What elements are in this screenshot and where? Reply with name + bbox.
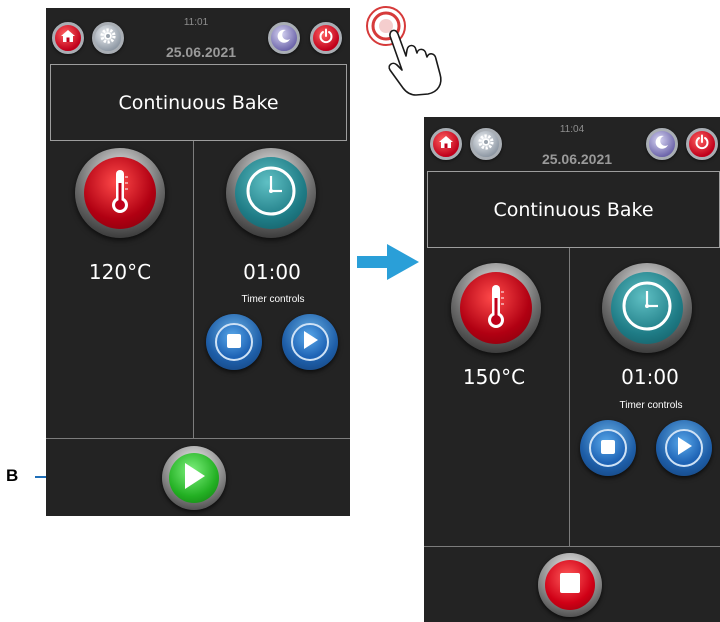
timer-stop-button[interactable]	[206, 314, 262, 370]
play-icon	[183, 463, 205, 493]
stop-icon	[227, 333, 241, 352]
timer-button[interactable]	[226, 148, 316, 238]
thermometer-icon	[484, 282, 508, 334]
clock-icon	[244, 164, 298, 222]
start-button[interactable]	[162, 446, 226, 510]
clock-time: 11:01	[183, 17, 209, 28]
timer-controls-label: Timer controls	[241, 294, 305, 305]
divider	[569, 248, 570, 547]
timer-button[interactable]	[602, 263, 692, 353]
program-name-box[interactable]: Continuous Bake	[427, 171, 720, 248]
timer-play-button[interactable]	[656, 420, 712, 476]
moon-icon	[276, 28, 292, 48]
divider	[46, 438, 350, 439]
callout-label: B	[6, 466, 19, 485]
temperature-button[interactable]	[75, 148, 165, 238]
timer-controls-label: Timer controls	[619, 400, 683, 411]
clock-icon	[620, 279, 674, 337]
gear-icon	[99, 27, 117, 49]
program-name: Continuous Bake	[118, 91, 279, 114]
moon-icon	[654, 134, 670, 154]
oven-screen-after: 11:04 25.06.2021 Continuous Bake 150°C 0…	[424, 117, 720, 622]
gear-icon	[477, 133, 495, 155]
home-button[interactable]	[430, 128, 462, 160]
home-icon	[60, 28, 76, 48]
power-icon	[318, 28, 334, 48]
arrow-right-icon	[357, 244, 419, 284]
temperature-value[interactable]: 150°C	[440, 365, 548, 389]
timer-value[interactable]: 01:00	[596, 365, 704, 389]
settings-button[interactable]	[92, 22, 124, 54]
timer-play-button[interactable]	[282, 314, 338, 370]
temperature-button[interactable]	[451, 263, 541, 353]
program-name: Continuous Bake	[493, 198, 654, 221]
night-mode-button[interactable]	[268, 22, 300, 54]
hand-tap-icon	[360, 4, 452, 100]
oven-screen-before: 11:01 25.06.2021 Continuous Bake 120°C 0…	[46, 8, 350, 516]
date-display: 25.06.2021	[541, 151, 613, 167]
home-icon	[438, 134, 454, 154]
date-display: 25.06.2021	[165, 44, 237, 60]
program-name-box[interactable]: Continuous Bake	[50, 64, 347, 141]
power-button[interactable]	[686, 128, 718, 160]
stop-icon	[601, 439, 615, 458]
stop-icon	[560, 573, 580, 597]
clock-time: 11:04	[559, 124, 585, 135]
timer-stop-button[interactable]	[580, 420, 636, 476]
stop-button[interactable]	[538, 553, 602, 617]
settings-button[interactable]	[470, 128, 502, 160]
temperature-value[interactable]: 120°C	[66, 260, 174, 284]
divider	[193, 141, 194, 438]
play-icon	[676, 437, 692, 459]
power-icon	[694, 134, 710, 154]
power-button[interactable]	[310, 22, 342, 54]
home-button[interactable]	[52, 22, 84, 54]
play-icon	[302, 331, 318, 353]
divider	[424, 546, 720, 547]
timer-value[interactable]: 01:00	[218, 260, 326, 284]
thermometer-icon	[108, 167, 132, 219]
night-mode-button[interactable]	[646, 128, 678, 160]
